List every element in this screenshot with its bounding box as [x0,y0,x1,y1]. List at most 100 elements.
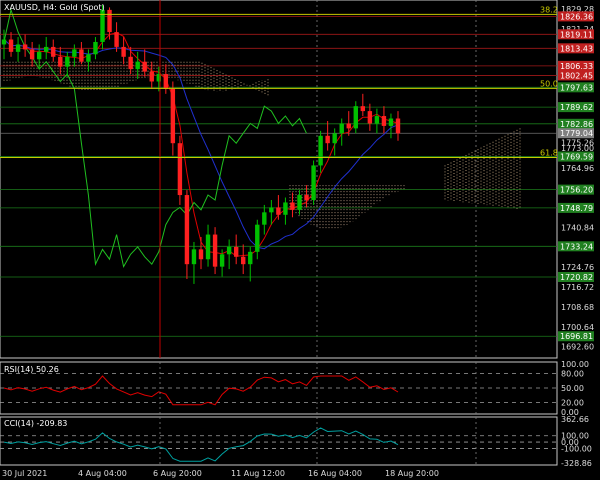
price-level-value: 1769.59 [560,153,593,162]
candlestick-series [1,4,401,284]
candle-up [135,61,140,70]
candle-up [36,51,42,60]
price-tick-label: 1724.76 [561,263,594,272]
candle-down [276,207,281,215]
cci-tick-label: -328.86 [561,459,592,468]
candle-up [262,212,267,225]
cci-tick-label: 362.66 [561,415,589,424]
price-level-value: 1733.24 [560,242,593,251]
candle-down [149,71,154,82]
fib-label: 61.8 [540,149,558,158]
candle-up [44,46,49,52]
candle-up [353,106,358,129]
candle-down [198,249,204,260]
price-chart-pane[interactable]: XAUUSD, H4: Gold (Spot) 38.2 50.0 61.8 [0,0,558,359]
candle-up [93,41,98,55]
candle-down [142,61,147,72]
price-level-value: 1696.81 [560,332,593,341]
candle-up [72,49,77,57]
time-tick-label: 18 Aug 20:00 [385,469,439,478]
price-level-value: 1782.86 [560,120,593,129]
rsi-line [3,375,399,406]
candle-down [121,46,126,57]
candle-down [212,234,218,267]
rsi-indicator: 100.0080.0050.0020.000.00 [0,360,589,417]
price-tick-label: 1740.84 [561,224,594,233]
cci-title: CCI(14) -209.83 [4,419,67,428]
candle-down [177,143,183,196]
candle-down [163,74,169,89]
candle-down [51,46,56,57]
candle-down [107,9,112,33]
candle-down [170,88,176,144]
candle-down [128,56,133,70]
candle-up [374,116,380,124]
price-axis: 1829.281821.241813.201805.281797.241789.… [561,5,594,351]
candle-up [219,254,225,267]
candle-up [226,246,232,255]
price-tick-label: 1708.68 [561,303,594,312]
time-tick-label: 16 Aug 04:00 [308,469,362,478]
time-axis: 30 Jul 2021 4 Aug 04:00 6 Aug 20:00 11 Aug … [2,469,439,478]
price-tick-label: 1716.72 [561,283,594,292]
candle-down [367,111,373,124]
candle-down [233,246,239,257]
cci-pane-frame [0,416,558,466]
cci-indicator: 362.66100.000.00-100.00-328.86 [0,415,592,468]
price-level-value: 1826.36 [560,12,593,21]
price-tick-label: 1764.96 [561,164,594,173]
candle-down [381,116,387,126]
candle-up [86,54,91,62]
cci-tick-label: -100.00 [561,444,592,453]
candle-down [346,123,351,129]
time-tick-label: 4 Aug 04:00 [78,469,127,478]
candle-up [339,123,344,134]
price-level-value: 1748.79 [560,204,593,213]
price-level-value: 1720.82 [560,273,593,282]
candle-down [395,118,401,134]
price-level-value: 1797.63 [560,83,593,92]
time-tick-label: 11 Aug 12:00 [231,469,285,478]
candle-up [388,118,394,126]
fib-label: 38.2 [540,5,558,14]
price-tick-label: 1700.64 [561,323,594,332]
price-level-value: 1806.33 [560,62,593,71]
candle-down [325,135,330,144]
candle-down [114,32,119,47]
candle-up [255,224,260,252]
price-level-value: 1756.20 [560,186,593,195]
candle-down [22,44,28,50]
candle-up [283,202,288,215]
candle-up [248,251,253,265]
candle-up [332,133,337,144]
candle-up [297,195,302,210]
fibonacci-labels: 38.2 50.0 61.8 [0,5,558,159]
price-tick-label: 1775.26 [561,139,594,148]
support-resistance-lines [0,15,557,337]
kijun-sen-line [3,39,399,250]
rsi-title: RSI(14) 50.26 [4,365,59,374]
time-tick-label: 6 Aug 20:00 [153,469,202,478]
candle-up [191,249,197,265]
candle-down [241,256,246,265]
rsi-pane[interactable]: RSI(14) 50.26 100.0080.0050.0020.000.00 [0,360,589,417]
rsi-tick-label: 20.00 [561,398,584,407]
time-tick-label: 30 Jul 2021 [2,469,47,478]
candle-up [15,44,21,52]
rsi-tick-label: 50.00 [561,384,584,393]
candle-up [1,39,7,45]
symbol-title: XAUUSD, H4: Gold (Spot) [4,3,105,12]
price-level-value: 1813.43 [560,44,593,53]
fib-label: 50.0 [540,79,558,88]
cci-pane[interactable]: CCI(14) -209.83 362.66100.000.00-100.00-… [0,415,592,468]
candle-down [8,39,14,52]
candle-down [304,195,309,200]
candle-up [205,234,211,260]
candle-up [269,207,274,213]
price-level-value: 1819.11 [560,30,593,39]
candle-down [290,202,295,210]
candle-down [29,49,35,60]
candle-up [311,165,316,200]
chart-terminal[interactable]: XAUUSD, H4: Gold (Spot) 38.2 50.0 61.8 182… [0,0,600,480]
candle-down [184,195,190,265]
